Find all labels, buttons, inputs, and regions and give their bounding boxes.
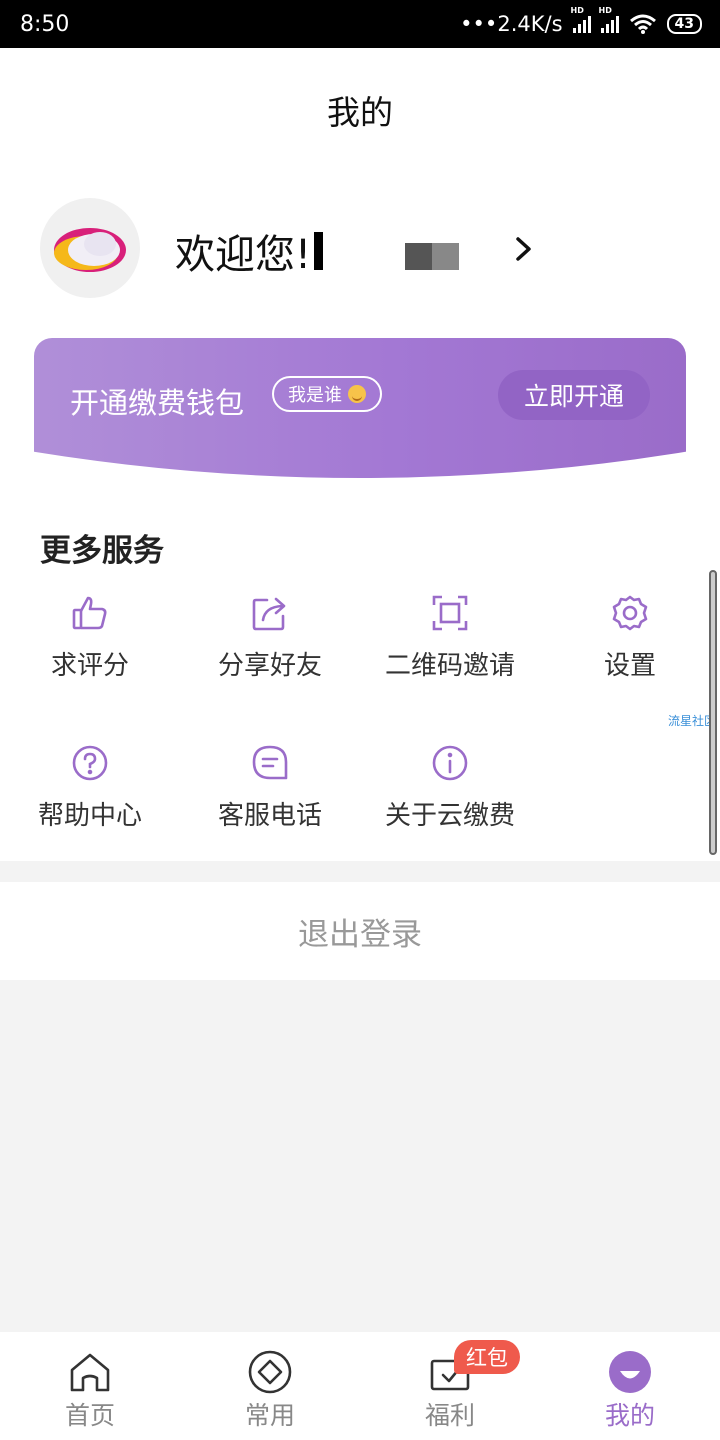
service-label: 关于云缴费 [384,801,515,831]
signal-icon: HD [599,6,619,33]
status-right: •••2.4K/s HD HD 43 [460,6,702,36]
nav-label: 常用 [244,1401,295,1430]
wallet-title: 开通缴费钱包 [70,386,245,420]
nav-label: 福利 [424,1401,475,1430]
service-label: 设置 [603,651,656,681]
service-label: 二维码邀请 [384,651,515,681]
nav-home[interactable]: 首页 [0,1332,180,1440]
nav-mine[interactable]: 我的 [540,1332,720,1440]
service-share[interactable]: 分享好友 [180,593,360,703]
question-circle-icon [70,743,110,783]
battery-icon: 43 [666,14,702,34]
page-title: 我的 [327,93,393,132]
network-speed: •••2.4K/s [460,12,563,36]
who-am-i-badge[interactable]: 我是谁 [272,376,382,412]
home-icon [68,1350,112,1394]
service-help[interactable]: 帮助中心 [0,743,180,853]
diamond-icon [248,1350,292,1394]
status-bar: 8:50 •••2.4K/s HD HD 43 [0,0,720,48]
status-time: 8:50 [20,11,70,37]
scrollbar[interactable] [709,570,717,855]
bottom-nav: 首页 常用 福利 我的 [0,1332,720,1440]
wifi-icon [629,14,656,34]
share-icon [250,593,290,633]
nav-label: 我的 [604,1401,655,1430]
chevron-right-icon [516,237,531,261]
service-settings[interactable]: 设置 [540,593,720,703]
open-wallet-button[interactable]: 立即开通 [498,370,650,420]
service-label: 分享好友 [217,651,322,681]
smile-emoji-icon [348,385,366,403]
chat-bubble-icon [250,743,290,783]
nav-label: 首页 [64,1401,115,1430]
banner-curve [0,446,720,490]
service-label: 求评分 [50,651,129,681]
avatar[interactable] [40,198,140,298]
service-qr-invite[interactable]: 二维码邀请 [360,593,540,703]
service-label: 帮助中心 [37,801,142,831]
red-packet-badge: 红包 [454,1340,520,1374]
cloud-logo-icon [54,228,126,272]
who-badge-label: 我是谁 [288,385,342,406]
service-customer-phone[interactable]: 客服电话 [180,743,360,853]
profile-arrow-button[interactable] [512,234,536,264]
info-circle-icon [430,743,470,783]
text-cursor [314,232,323,270]
service-label: 客服电话 [217,801,322,831]
masked-username [405,243,459,270]
qr-scan-icon [430,593,470,633]
thumbs-up-icon [70,593,110,633]
smile-face-icon [608,1350,652,1394]
gear-icon [610,593,650,633]
signal-icon: HD [571,6,591,33]
service-rate[interactable]: 求评分 [0,593,180,703]
nav-common[interactable]: 常用 [180,1332,360,1440]
logout-button[interactable]: 退出登录 [0,882,720,980]
services-title: 更多服务 [40,533,164,569]
welcome-text[interactable]: 欢迎您! [175,222,311,280]
service-about[interactable]: 关于云缴费 [360,743,540,853]
